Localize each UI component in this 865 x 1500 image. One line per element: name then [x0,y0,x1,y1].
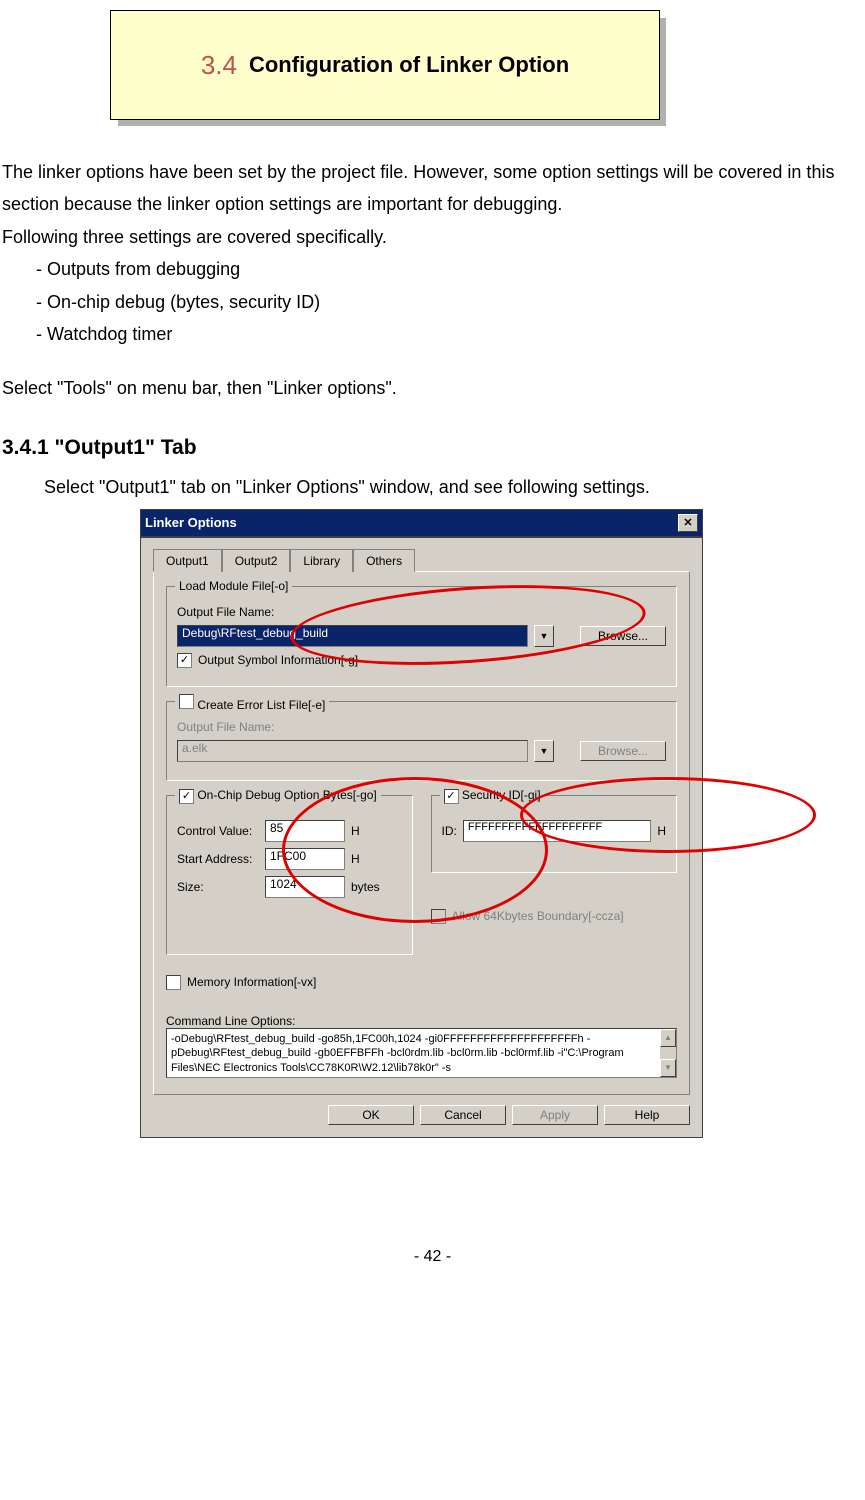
browse-button: Browse... [580,741,666,761]
help-button[interactable]: Help [604,1105,690,1125]
unit-label: bytes [351,880,380,894]
section-title: Configuration of Linker Option [249,52,569,78]
checkbox-error-list[interactable] [179,694,194,709]
apply-button: Apply [512,1105,598,1125]
scroll-down-icon[interactable]: ▼ [660,1059,676,1077]
size-label: Size: [177,880,259,894]
paragraph: The linker options have been set by the … [2,156,863,221]
subsection-heading: 3.4.1 "Output1" Tab [2,405,863,471]
bullet-item: - Watchdog timer [2,318,863,350]
command-line-textarea[interactable]: -oDebug\RFtest_debug_build -go85h,1FC00h… [166,1028,677,1078]
control-value-label: Control Value: [177,824,259,838]
cancel-button[interactable]: Cancel [420,1105,506,1125]
group-load-module: Load Module File[-o] Output File Name: D… [166,586,677,687]
bullet-item: - On-chip debug (bytes, security ID) [2,286,863,318]
browse-button[interactable]: Browse... [580,626,666,646]
group-legend: Create Error List File[-e] [175,694,329,712]
output-filename-input[interactable]: Debug\RFtest_debug_build [177,625,528,647]
checkbox-onchip-debug[interactable]: ✓ [179,789,194,804]
unit-label: H [657,824,666,838]
bullet-item: - Outputs from debugging [2,253,863,285]
error-filename-input: a.elk [177,740,528,762]
checkbox-label: Output Symbol Information[-g] [198,653,358,667]
id-label: ID: [442,824,457,838]
output-filename-label: Output File Name: [177,605,666,619]
security-id-input[interactable]: FFFFFFFFFFFFFFFFFFFF [463,820,651,842]
checkbox-label: Memory Information[-vx] [187,975,316,989]
unit-label: H [351,824,360,838]
output-filename-label: Output File Name: [177,720,666,734]
tab-output1[interactable]: Output1 [153,549,222,572]
checkbox-memory-info[interactable] [166,975,181,990]
start-address-label: Start Address: [177,852,259,866]
checkbox-label: On-Chip Debug Option Bytes[-go] [197,788,376,802]
linker-options-dialog: Linker Options ✕ Output1 Output2 Library… [140,509,703,1138]
group-legend: Load Module File[-o] [175,579,292,593]
scrollbar[interactable]: ▲ ▼ [660,1029,676,1077]
unit-label: H [351,852,360,866]
group-error-list: Create Error List File[-e] Output File N… [166,701,677,781]
section-banner: 3.4 Configuration of Linker Option [110,10,865,120]
section-number: 3.4 [201,50,237,81]
dialog-title: Linker Options [145,515,237,530]
checkbox-symbol-info[interactable]: ✓ [177,653,192,668]
checkbox-boundary [431,909,446,924]
paragraph: Select "Tools" on menu bar, then "Linker… [2,372,863,404]
dropdown-icon: ▼ [534,740,554,762]
group-security-id: ✓ Security ID[-gi] ID: FFFFFFFFFFFFFFFFF… [431,795,678,873]
dialog-titlebar[interactable]: Linker Options ✕ [140,509,703,537]
dropdown-icon[interactable]: ▼ [534,625,554,647]
checkbox-security-id[interactable]: ✓ [444,789,459,804]
page-number: - 42 - [0,1138,865,1266]
scroll-up-icon[interactable]: ▲ [660,1029,676,1047]
group-legend: ✓ Security ID[-gi] [440,788,545,804]
group-onchip-debug: ✓ On-Chip Debug Option Bytes[-go] Contro… [166,795,413,955]
command-line-value: -oDebug\RFtest_debug_build -go85h,1FC00h… [171,1033,624,1074]
checkbox-label: Create Error List File[-e] [197,698,325,712]
paragraph: Select "Output1" tab on "Linker Options"… [2,471,863,503]
tab-output2[interactable]: Output2 [222,549,291,572]
start-address-input[interactable]: 1FC00 [265,848,345,870]
close-icon[interactable]: ✕ [678,514,698,532]
checkbox-label: Allow 64Kbytes Boundary[-ccza] [452,909,624,923]
size-input[interactable]: 1024 [265,876,345,898]
tab-library[interactable]: Library [290,549,353,572]
command-line-label: Command Line Options: [166,1014,677,1028]
group-legend: ✓ On-Chip Debug Option Bytes[-go] [175,788,381,804]
ok-button[interactable]: OK [328,1105,414,1125]
paragraph: Following three settings are covered spe… [2,221,863,253]
checkbox-label: Security ID[-gi] [462,788,541,802]
tab-others[interactable]: Others [353,549,415,572]
control-value-input[interactable]: 85 [265,820,345,842]
